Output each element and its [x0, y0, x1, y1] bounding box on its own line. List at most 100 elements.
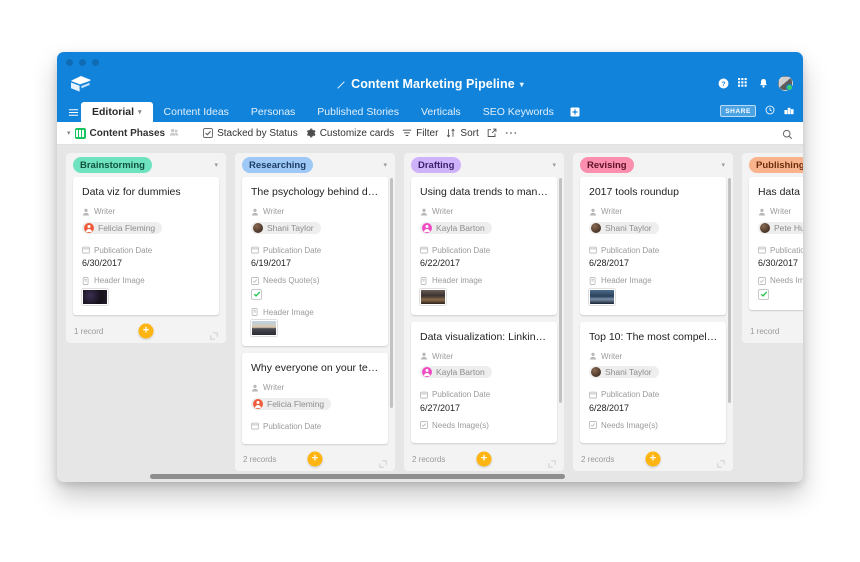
- date-value: 6/27/2017: [420, 402, 461, 413]
- add-record-button[interactable]: +: [645, 451, 661, 467]
- field-label: Writer: [420, 352, 548, 361]
- stack-scrollbar[interactable]: [727, 178, 731, 403]
- card[interactable]: Data viz for dummies Writer Felicia Flem…: [73, 177, 219, 315]
- stack-title-pill[interactable]: Brainstorming: [73, 157, 152, 173]
- tab-personas[interactable]: Personas: [240, 102, 306, 122]
- stack-title-pill[interactable]: Drafting: [411, 157, 462, 173]
- add-record-button[interactable]: +: [138, 323, 154, 339]
- attachment-thumbnail[interactable]: [251, 320, 277, 336]
- title-caret-icon[interactable]: ▾: [520, 80, 524, 89]
- writer-chip[interactable]: Kayla Barton: [420, 221, 492, 234]
- attachment-thumbnail[interactable]: [589, 288, 615, 305]
- stack-cards[interactable]: 2017 tools roundup Writer Shani Taylor P…: [573, 177, 733, 447]
- filter-button[interactable]: Filter: [402, 128, 446, 139]
- view-sidebar-caret-icon[interactable]: ▾: [67, 129, 71, 137]
- apps-icon[interactable]: [784, 102, 794, 120]
- field-publication-date: Publication Date: [251, 422, 379, 431]
- chevron-down-icon[interactable]: ▾: [552, 161, 556, 169]
- stack-researching: Researching ▾ The psychology behind d… W…: [235, 153, 395, 471]
- checkbox-checked[interactable]: [758, 288, 769, 300]
- card[interactable]: Using data trends to man… Writer Kayla B…: [411, 177, 557, 315]
- card[interactable]: Why everyone on your te… Writer Felicia …: [242, 353, 388, 444]
- stack-scrollbar[interactable]: [389, 178, 393, 408]
- apps-grid-icon[interactable]: [738, 77, 749, 89]
- stack-title-pill[interactable]: Publishing: [749, 157, 803, 173]
- chevron-down-icon[interactable]: ▾: [214, 161, 218, 169]
- horizontal-scrollbar-thumb[interactable]: [150, 474, 565, 479]
- card[interactable]: Data visualization: Linkin… Writer Kayla…: [411, 321, 557, 443]
- date-value: 6/22/2017: [420, 258, 461, 268]
- close-button[interactable]: [66, 58, 73, 66]
- history-icon[interactable]: [765, 102, 775, 120]
- label-text: Writer: [601, 351, 623, 361]
- stack-title-pill[interactable]: Researching: [242, 157, 314, 173]
- card[interactable]: 2017 tools roundup Writer Shani Taylor P…: [580, 177, 726, 315]
- hamburger-icon[interactable]: [65, 102, 81, 122]
- card[interactable]: Has data v Writer Pete Huan: [749, 177, 803, 310]
- horizontal-scrollbar-track[interactable]: [57, 471, 803, 482]
- tab-label: Verticals: [421, 106, 461, 118]
- label-text: Publication Date: [263, 421, 322, 431]
- card[interactable]: The psychology behind d… Writer Shani Ta…: [242, 177, 388, 346]
- add-record-button[interactable]: +: [307, 451, 323, 467]
- tab-content-ideas[interactable]: Content Ideas: [153, 102, 240, 122]
- writer-chip[interactable]: Shani Taylor: [251, 221, 321, 234]
- more-options-button[interactable]: [505, 131, 525, 135]
- tab-verticals[interactable]: Verticals: [410, 102, 472, 122]
- attachment-thumbnail[interactable]: [420, 288, 446, 305]
- titlebar: [57, 52, 803, 72]
- help-icon[interactable]: ?: [718, 78, 729, 89]
- tab-seo-keywords[interactable]: SEO Keywords: [472, 102, 565, 122]
- tab-editorial[interactable]: Editorial ▾: [81, 102, 153, 122]
- bell-icon[interactable]: [758, 78, 769, 89]
- stack-drafting: Drafting ▾ Using data trends to man… Wri…: [404, 153, 564, 471]
- expand-icon[interactable]: [210, 327, 218, 345]
- writer-chip[interactable]: Felicia Fleming: [251, 397, 332, 410]
- record-count: 2 records: [412, 454, 446, 464]
- toolbar-item-label: Sort: [460, 127, 479, 139]
- stack-cards[interactable]: The psychology behind d… Writer Shani Ta…: [235, 177, 395, 447]
- writer-name: Pete Huan: [774, 222, 803, 233]
- field-publication-date: Publication Date 6/30/2017: [82, 246, 210, 269]
- field-header-image: Header Image: [82, 276, 210, 305]
- stack-cards[interactable]: Data viz for dummies Writer Felicia Flem…: [66, 177, 226, 319]
- card[interactable]: Top 10: The most compel… Writer Shani Ta…: [580, 321, 726, 443]
- chevron-down-icon[interactable]: ▾: [383, 161, 387, 169]
- checkbox-checked[interactable]: [251, 288, 262, 300]
- writer-chip[interactable]: Pete Huan: [758, 221, 803, 234]
- writer-chip[interactable]: Kayla Barton: [420, 366, 492, 378]
- add-table-icon[interactable]: [565, 102, 585, 122]
- attachment-icon: [420, 276, 427, 285]
- field-label: Publication Date: [251, 422, 379, 431]
- user-avatar[interactable]: [778, 75, 793, 91]
- collaborators-icon[interactable]: [169, 127, 179, 140]
- avatar: [422, 367, 432, 377]
- avatar: [760, 222, 770, 233]
- zoom-button[interactable]: [92, 58, 99, 66]
- chevron-down-icon[interactable]: ▾: [138, 108, 142, 116]
- search-button[interactable]: [782, 127, 793, 145]
- add-record-button[interactable]: +: [476, 451, 492, 467]
- view-selector[interactable]: Content Phases: [74, 127, 188, 140]
- customize-cards-button[interactable]: Customize cards: [306, 128, 402, 139]
- stack-title-pill[interactable]: Revising: [580, 157, 634, 173]
- stacked-by-status-button[interactable]: Stacked by Status: [203, 128, 306, 139]
- writer-chip[interactable]: Felicia Fleming: [82, 221, 163, 234]
- stack-scrollbar[interactable]: [558, 178, 562, 403]
- stack-cards[interactable]: Has data v Writer Pete Huan: [742, 177, 803, 319]
- attachment-thumbnail[interactable]: [82, 288, 108, 305]
- writer-chip[interactable]: Shani Taylor: [589, 366, 659, 378]
- writer-name: Felicia Fleming: [267, 398, 325, 409]
- stack-cards[interactable]: Using data trends to man… Writer Kayla B…: [404, 177, 564, 447]
- sort-button[interactable]: Sort: [446, 128, 486, 139]
- person-icon: [251, 384, 259, 392]
- tab-published-stories[interactable]: Published Stories: [306, 102, 410, 122]
- share-view-button[interactable]: [487, 128, 505, 138]
- chevron-down-icon[interactable]: ▾: [721, 161, 725, 169]
- label-text: Needs Image(s): [601, 420, 658, 430]
- writer-chip[interactable]: Shani Taylor: [589, 221, 659, 234]
- avatar: [84, 222, 94, 233]
- document-title-bar[interactable]: Content Marketing Pipeline ▾: [57, 74, 803, 94]
- share-button[interactable]: SHARE: [720, 105, 756, 117]
- minimize-button[interactable]: [79, 58, 86, 66]
